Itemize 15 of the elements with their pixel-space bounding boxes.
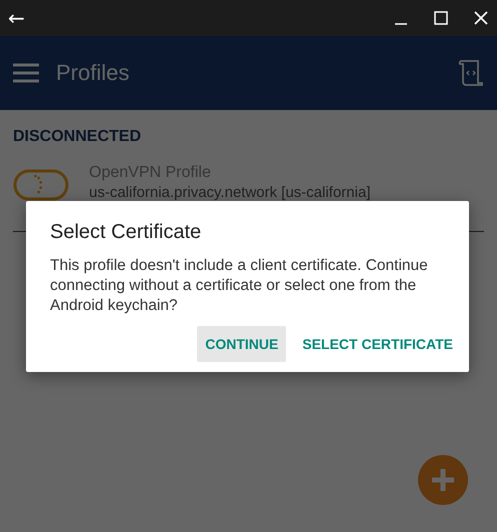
dialog-message: This profile doesn't include a client certificate. Continue connecting without a certificate or select one from the Android keychain?: [50, 256, 429, 316]
connection-status: DISCONNECTED: [13, 128, 142, 146]
dialog-button[interactable]: CONTINUE: [197, 326, 286, 362]
menu-icon[interactable]: [13, 63, 39, 83]
back-button[interactable]: ←: [8, 6, 25, 30]
dialog-button[interactable]: SELECT CERTIFICATE: [294, 326, 461, 362]
dialog-title: Select Certificate: [50, 221, 202, 244]
maximize-icon[interactable]: [433, 10, 449, 26]
close-icon[interactable]: [473, 10, 489, 26]
app-title: Profiles: [56, 60, 130, 86]
connection-toggle[interactable]: [13, 169, 69, 201]
document-code-icon[interactable]: [458, 59, 484, 87]
profile-server: us-california.privacy.network [us-california]: [89, 184, 370, 201]
add-button[interactable]: [418, 455, 468, 505]
plus-icon: [431, 468, 455, 492]
